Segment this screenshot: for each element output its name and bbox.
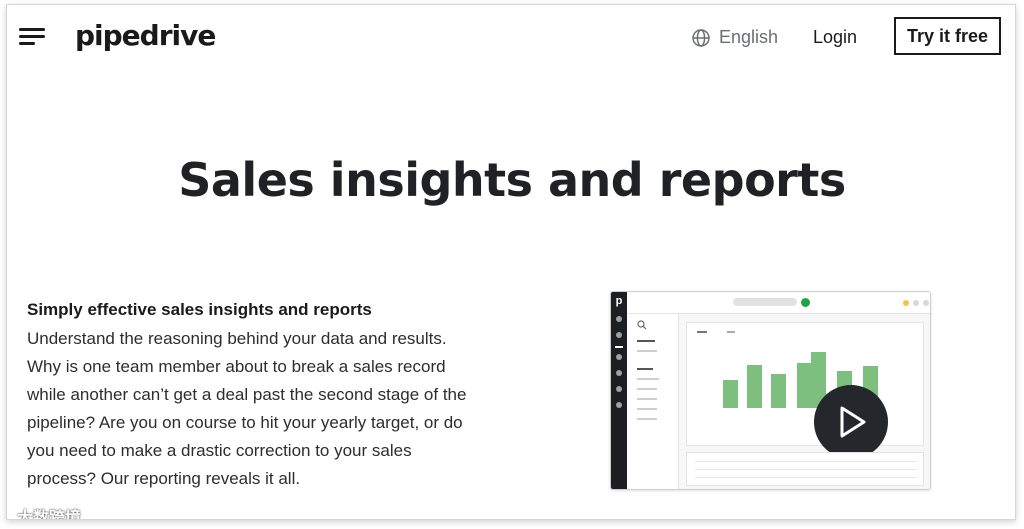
preview-chart-bar: [797, 363, 812, 408]
login-link[interactable]: Login: [813, 27, 857, 48]
feature-heading: Simply effective sales insights and repo…: [27, 300, 372, 319]
reports-preview: p: [610, 291, 931, 490]
preview-topbar: [627, 292, 930, 314]
preview-chart-bar: [723, 380, 738, 408]
video-play-button[interactable]: [814, 385, 888, 459]
preview-chart-bar: [747, 365, 762, 408]
watermark: 大数跨境: [17, 504, 82, 520]
preview-app-logo: p: [615, 295, 623, 307]
play-icon: [840, 406, 866, 438]
top-navigation: pipedrive English Login Try it free: [7, 5, 1015, 69]
preview-data-table: [686, 452, 924, 486]
try-it-free-button[interactable]: Try it free: [894, 17, 1001, 55]
preview-chart-bar: [771, 374, 786, 408]
language-label: English: [719, 27, 779, 47]
pipedrive-logo[interactable]: pipedrive: [75, 19, 216, 52]
language-selector[interactable]: English: [691, 27, 778, 48]
hamburger-menu-icon[interactable]: [19, 28, 45, 46]
page-title: Sales insights and reports: [178, 153, 846, 207]
preview-filter-list: [627, 314, 679, 489]
globe-icon: [692, 28, 710, 47]
feature-copy: Simply effective sales insights and repo…: [27, 299, 477, 493]
page-frame: pipedrive English Login Try it free Sale…: [6, 4, 1016, 520]
preview-sidebar: p: [611, 292, 627, 489]
watermark-text: 大数跨境: [17, 510, 82, 520]
feature-body: Understand the reasoning behind your dat…: [27, 329, 467, 488]
preview-chart-panel: [686, 322, 924, 459]
